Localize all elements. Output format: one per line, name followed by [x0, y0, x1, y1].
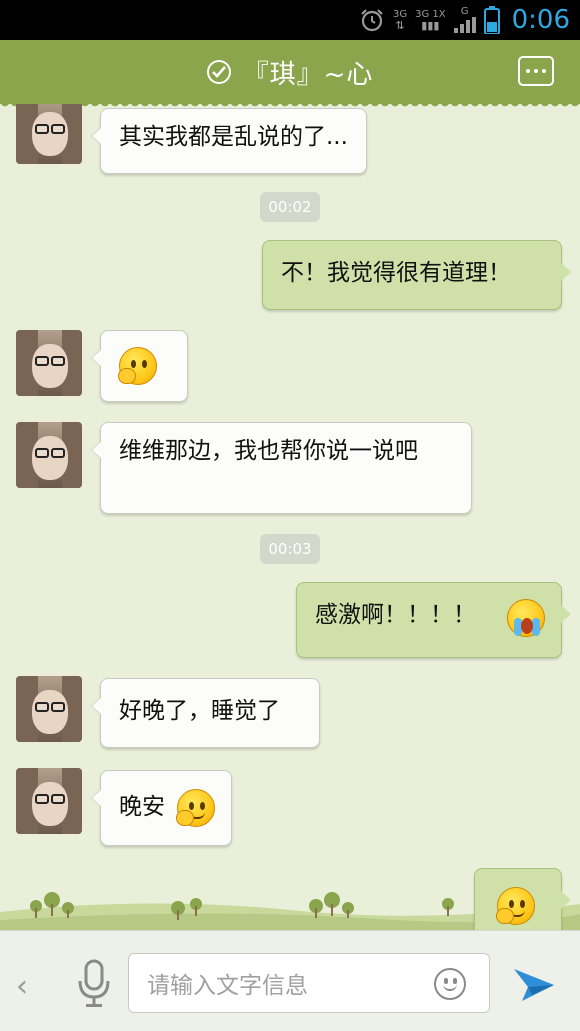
emoji-picker-icon[interactable]: [434, 968, 466, 1000]
message-bubble-incoming[interactable]: 晚安: [91, 770, 232, 846]
online-check-icon: [206, 60, 231, 84]
dot-icon: [534, 69, 538, 73]
message-bubble-incoming[interactable]: 其实我都是乱说的了...: [91, 108, 367, 174]
message-bubble-incoming[interactable]: 维维那边，我也帮你说一说吧: [91, 422, 472, 514]
message-bubble-outgoing[interactable]: [474, 868, 571, 930]
timestamp-text: 00:03: [268, 540, 312, 558]
contact-avatar[interactable]: [16, 104, 82, 164]
thinking-face-emoji-icon: [176, 789, 215, 827]
contact-avatar[interactable]: [16, 676, 82, 742]
message-bubble-incoming[interactable]: 好晚了，睡觉了: [91, 678, 320, 748]
data-arrows-icon: ⇅: [395, 18, 405, 32]
dot-icon: [542, 69, 546, 73]
message-text: 感激啊！！！！: [315, 602, 476, 628]
network-3g1x-indicator: 3G 1X ▮▮▮: [415, 8, 446, 32]
thinking-face-emoji-icon: [496, 887, 535, 925]
more-options-button[interactable]: [518, 56, 554, 86]
contact-avatar[interactable]: [16, 330, 82, 396]
alarm-icon: [361, 9, 383, 32]
timestamp-text: 00:02: [268, 198, 312, 216]
chat-messages-area[interactable]: 其实我都是乱说的了... 00:02 不！我觉得很有道理！ 维维那边，我也帮你说…: [0, 104, 580, 930]
message-bubble-incoming[interactable]: [91, 330, 188, 402]
message-text: 不！我觉得很有道理！: [281, 260, 511, 286]
network-3g-indicator: 3G ⇅: [392, 8, 408, 32]
message-text: 维维那边，我也帮你说一说吧: [119, 438, 418, 464]
network-g-indicator: G: [453, 6, 476, 33]
message-text: 其实我都是乱说的了...: [119, 124, 348, 150]
message-timestamp: 00:03: [260, 534, 320, 564]
signal-bars-small-icon: ▮▮▮: [421, 18, 440, 32]
message-text: 晚安: [119, 794, 165, 820]
dot-icon: [526, 69, 530, 73]
message-text: 好晚了，睡觉了: [119, 698, 280, 724]
send-icon[interactable]: [512, 965, 556, 1005]
crying-face-emoji-icon: [507, 599, 545, 637]
contact-name: 『琪』~心: [242, 59, 374, 90]
chat-header: 『琪』~心: [0, 40, 580, 110]
message-timestamp: 00:02: [260, 192, 320, 222]
status-bar: 3G ⇅ 3G 1X ▮▮▮ G 0:06: [0, 0, 580, 40]
collapse-arrow-icon[interactable]: ‹: [16, 969, 28, 1004]
network-label: G: [460, 6, 469, 17]
shy-face-emoji-icon: [118, 347, 157, 385]
message-input-bar: ‹ 请输入文字信息: [0, 930, 580, 1031]
message-bubble-outgoing[interactable]: 感激啊！！！！: [296, 582, 571, 658]
battery-icon: [483, 6, 500, 34]
signal-strength-icon: [453, 17, 476, 33]
network-label: 3G 1X: [415, 8, 446, 20]
contact-avatar[interactable]: [16, 768, 82, 834]
message-bubble-outgoing[interactable]: 不！我觉得很有道理！: [262, 240, 571, 310]
input-placeholder: 请输入文字信息: [147, 973, 308, 999]
status-clock: 0:06: [511, 5, 570, 35]
network-label: 3G: [392, 8, 408, 20]
header-title-group: 『琪』~心: [206, 54, 374, 91]
contact-avatar[interactable]: [16, 422, 82, 488]
microphone-icon[interactable]: [76, 959, 112, 1009]
